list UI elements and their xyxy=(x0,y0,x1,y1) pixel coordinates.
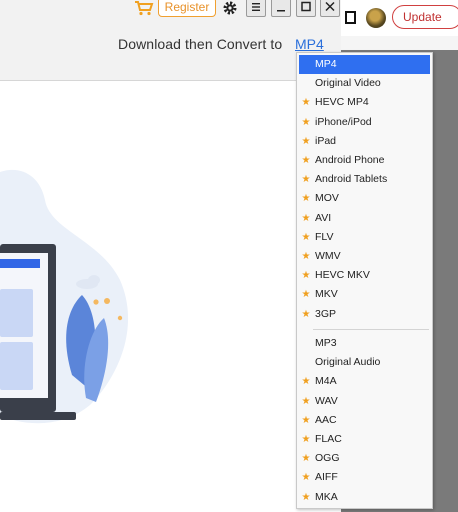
cart-icon[interactable] xyxy=(134,0,154,16)
format-option-label: WAV xyxy=(315,394,338,407)
star-icon: ★ xyxy=(301,251,311,262)
maximize-icon xyxy=(301,1,311,12)
format-option[interactable]: ★ AVI xyxy=(299,209,430,228)
star-icon: ★ xyxy=(301,155,311,166)
format-option[interactable]: ★ AIFF xyxy=(299,468,430,487)
format-option[interactable]: ★ iPhone/iPod xyxy=(299,113,430,132)
format-option-label: HEVC MP4 xyxy=(315,96,369,109)
menu-button[interactable] xyxy=(246,0,266,17)
update-button[interactable]: Update xyxy=(392,5,458,29)
minimize-icon xyxy=(277,10,285,12)
star-icon: ★ xyxy=(301,231,311,243)
star-icon: ★ xyxy=(301,289,311,301)
computer-illustration xyxy=(0,169,129,424)
star-icon: ★ xyxy=(301,135,311,147)
star-icon: ★ xyxy=(301,212,311,224)
format-option-label: MP4 xyxy=(315,58,337,70)
star-icon: ★ xyxy=(301,491,311,503)
format-option[interactable]: ★ 3GP xyxy=(299,305,430,324)
format-option-label: FLV xyxy=(315,230,334,243)
format-option-label: Android Tablets xyxy=(315,173,388,186)
format-option-label: AVI xyxy=(315,211,332,224)
browser-tab-row xyxy=(341,36,458,50)
format-option[interactable]: ★ FLAC xyxy=(299,430,430,449)
app-header: Register Download then Convert to MP4 xyxy=(0,0,341,81)
format-option-label: MOV xyxy=(315,192,339,205)
star-icon: ★ xyxy=(301,308,311,320)
menu-icon xyxy=(252,3,260,11)
tab-square-icon[interactable] xyxy=(345,11,356,24)
star-icon: ★ xyxy=(301,472,311,484)
format-option-label: WMV xyxy=(315,250,341,262)
minimize-button[interactable] xyxy=(271,0,291,17)
format-option-label: MKA xyxy=(315,490,338,503)
format-option[interactable]: ★ WMV xyxy=(299,247,430,266)
format-option-label: FLAC xyxy=(315,433,342,445)
format-option[interactable]: ★ AAC xyxy=(299,411,430,430)
star-icon: ★ xyxy=(301,434,311,445)
format-option[interactable]: ★ FLV xyxy=(299,228,430,247)
format-option-label: Original Video xyxy=(315,77,381,90)
star-icon: ★ xyxy=(301,116,311,128)
format-option[interactable]: ★ OGG xyxy=(299,449,430,468)
format-option-label: AAC xyxy=(315,413,337,426)
star-icon: ★ xyxy=(301,270,311,282)
format-option[interactable]: ★ Android Tablets xyxy=(299,170,430,189)
format-option-label: OGG xyxy=(315,452,340,465)
app-window: Register Download then Convert to MP4 xyxy=(0,0,341,512)
format-option-label: Original Audio xyxy=(315,356,381,369)
format-option[interactable]: MP3 xyxy=(299,334,430,353)
format-option[interactable]: ★ HEVC MKV xyxy=(299,266,430,285)
gear-icon[interactable] xyxy=(222,0,238,16)
star-icon: ★ xyxy=(301,414,311,426)
star-icon: ★ xyxy=(301,453,311,465)
register-button[interactable]: Register xyxy=(158,0,216,17)
format-option[interactable]: ★ HEVC MP4 xyxy=(299,93,430,112)
format-option[interactable]: ★ Android Phone xyxy=(299,151,430,170)
star-icon: ★ xyxy=(301,193,311,205)
browser-toolbar: Update xyxy=(341,0,458,36)
format-option[interactable]: ★ MKA xyxy=(299,488,430,507)
format-option[interactable]: ★ WAV xyxy=(299,392,430,411)
format-option-label: MKV xyxy=(315,288,338,301)
format-option[interactable]: ★ MKV xyxy=(299,285,430,304)
format-option-label: Android Phone xyxy=(315,154,385,166)
output-format-link[interactable]: MP4 xyxy=(295,36,324,52)
star-icon: ★ xyxy=(301,97,311,109)
dropdown-separator xyxy=(313,329,429,330)
star-icon: ★ xyxy=(301,395,311,407)
format-option-label: MP3 xyxy=(315,337,337,349)
format-option-label: AIFF xyxy=(315,471,338,484)
maximize-button[interactable] xyxy=(296,0,316,17)
star-icon: ★ xyxy=(301,174,311,186)
close-button[interactable] xyxy=(320,0,340,17)
format-option[interactable]: ★ iPad xyxy=(299,132,430,151)
format-option[interactable]: Original Video xyxy=(299,74,430,93)
format-option-label: M4A xyxy=(315,375,337,388)
close-icon xyxy=(325,1,335,12)
format-option-label: iPad xyxy=(315,134,337,147)
format-option[interactable]: MP4 xyxy=(299,55,430,74)
format-option-label: HEVC MKV xyxy=(315,269,370,282)
format-option[interactable]: Original Audio xyxy=(299,353,430,372)
avatar[interactable] xyxy=(366,8,386,28)
format-option-label: 3GP xyxy=(315,307,337,320)
format-dropdown[interactable]: MP4 Original Video ★ HEVC MP4 ★ iPhone/iPod ★ i… xyxy=(296,52,433,509)
format-option[interactable]: ★ M4A xyxy=(299,372,430,391)
download-convert-label: Download then Convert to xyxy=(118,36,283,52)
format-option-label: iPhone/iPod xyxy=(315,115,372,128)
format-option[interactable]: ★ MOV xyxy=(299,189,430,208)
star-icon: ★ xyxy=(301,376,311,388)
